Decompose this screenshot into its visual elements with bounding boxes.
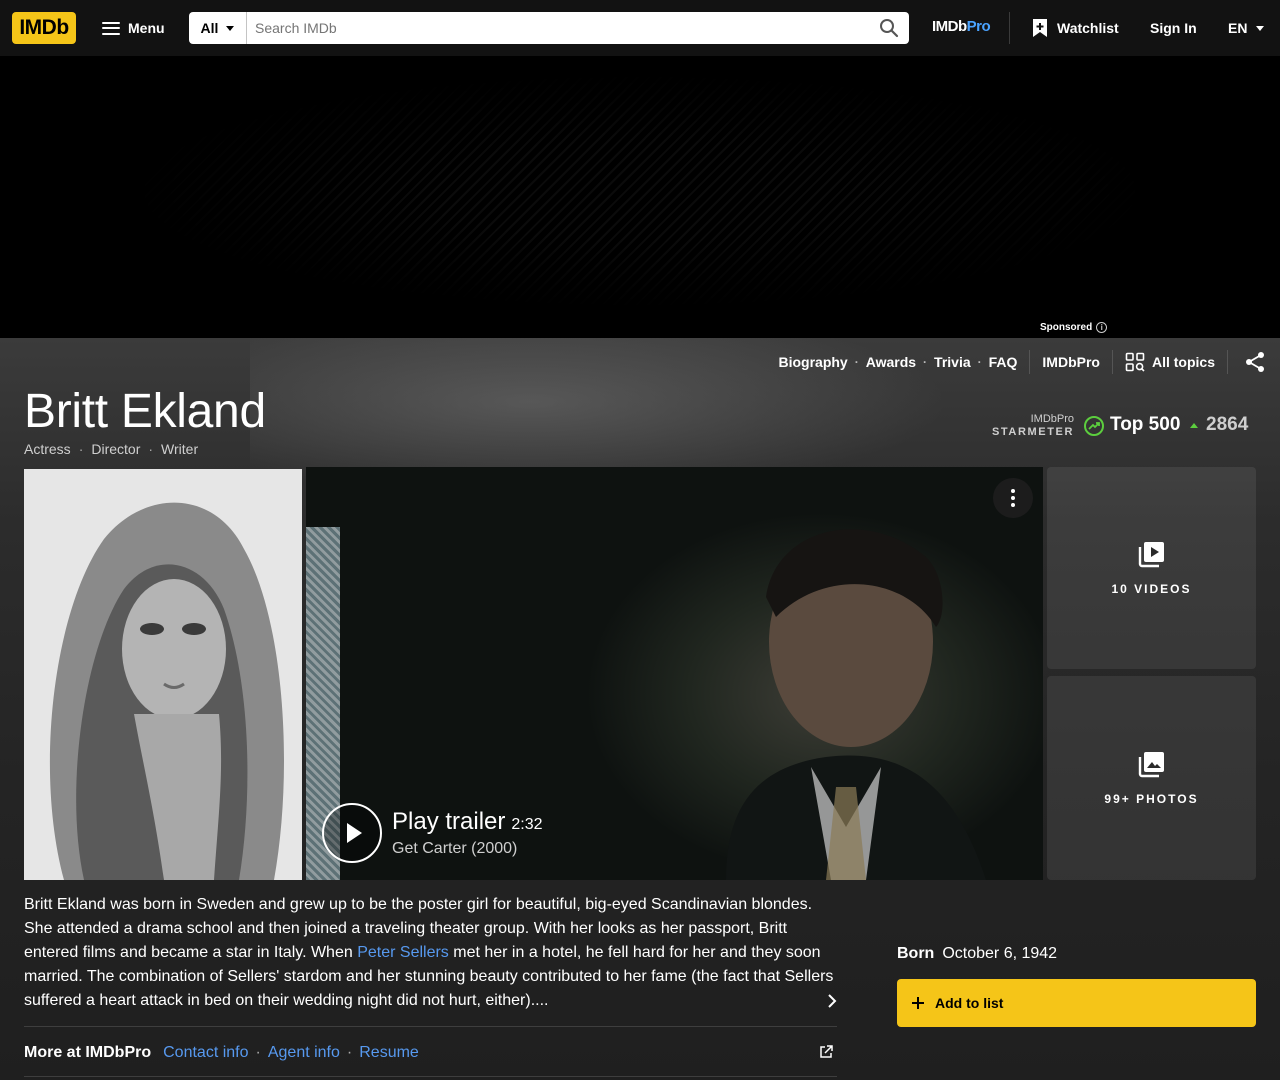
subnav-divider [1029,350,1031,374]
hamburger-icon [102,21,120,35]
sponsored-label[interactable]: Sponsored i [1040,322,1108,333]
photos-tile[interactable]: 99+ PHOTOS [1047,676,1256,880]
info-icon: i [1096,322,1108,333]
separator-dot: · [923,355,928,369]
language-dropdown[interactable]: EN [1228,12,1265,44]
all-topics-button[interactable]: All topics [1125,352,1215,372]
starmeter-rank: Top 500 [1110,414,1181,435]
add-to-list-label: Add to list [935,995,1004,1011]
more-options-icon[interactable] [993,478,1033,518]
separator-dot: · [854,355,859,369]
language-label: EN [1228,20,1248,36]
trailer-player[interactable]: Play trailer 2:32 Get Carter (2000) [306,467,1043,880]
share-icon[interactable] [1240,348,1270,376]
videos-tile[interactable]: 10 VIDEOS [1047,467,1256,669]
imdbpro-link[interactable]: IMDbPro [932,18,991,35]
trailer-caption: Play trailer 2:32 Get Carter (2000) [392,808,543,858]
contact-info-link[interactable]: Contact info [163,1044,248,1062]
trending-up-icon [1084,416,1104,436]
menu-button[interactable]: Menu [92,12,175,44]
subnav-trivia[interactable]: Trivia [934,354,971,370]
person-roles: Actress · Director · Writer [24,441,198,457]
search-icon[interactable] [869,12,909,44]
search-category-dropdown[interactable]: All [189,12,247,44]
role-item: Director [91,441,141,457]
subnav-imdbpro[interactable]: IMDbPro [1042,354,1100,370]
starmeter-label-top: IMDbPro [1030,413,1074,425]
caret-down-icon [226,25,235,31]
section-divider [24,1026,837,1027]
search-category-label: All [200,20,219,36]
subnav-faq[interactable]: FAQ [989,354,1018,370]
ad-pattern [140,76,1140,306]
bio-summary[interactable]: Britt Ekland was born in Sweden and grew… [24,893,839,1013]
born-date[interactable]: October 6, 1942 [942,945,1057,963]
born-info: Born October 6, 1942 [897,945,1057,963]
subnav-divider [1227,350,1228,374]
more-at-imdbpro: More at IMDbPro Contact info · Agent inf… [24,1041,837,1065]
separator-dot: · [346,1044,353,1061]
starmeter-label: IMDbPro STARMETER [986,414,1074,438]
play-trailer-button[interactable]: Play trailer 2:32 Get Carter (2000) [322,803,543,863]
more-at-imdbpro-label: More at IMDbPro [24,1044,152,1061]
search-bar: All [189,12,909,44]
resume-link[interactable]: Resume [359,1044,419,1062]
born-label: Born [897,945,935,962]
add-to-list-button[interactable]: Add to list [897,979,1256,1027]
subnav-biography[interactable]: Biography [778,354,847,370]
external-link-icon[interactable] [819,1045,833,1059]
separator-dot: · [78,441,84,457]
bookmark-plus-icon [1033,19,1047,37]
bio-link-peter-sellers[interactable]: Peter Sellers [357,944,449,961]
menu-label: Menu [128,20,165,36]
play-icon [322,803,382,863]
person-photo[interactable] [24,469,302,880]
rank-up-arrow-icon [1190,423,1198,428]
person-hero: Biography · Awards · Trivia · FAQ IMDbPr… [0,338,1280,1080]
separator-dot: · [148,441,154,457]
starmeter[interactable]: IMDbPro STARMETER Top 500 2864 [986,414,1256,444]
all-topics-label: All topics [1151,354,1215,370]
imdbpro-logo-b: Pro [966,18,991,35]
search-input[interactable] [247,12,869,44]
watchlist-label: Watchlist [1057,20,1119,36]
separator-dot: · [255,1044,261,1061]
role-item: Actress [24,441,71,457]
photo-library-icon [1138,752,1164,778]
imdbpro-logo-a: IMDb [932,18,967,35]
starmeter-label-bottom: STARMETER [991,426,1074,438]
person-name: Britt Ekland [24,385,266,438]
imdb-logo[interactable]: IMDb [12,12,76,44]
chevron-right-icon[interactable] [826,994,838,1008]
play-trailer-label: Play trailer [392,808,506,835]
trailer-subtitle: Get Carter (2000) [392,840,518,857]
topic-subnav: Biography · Awards · Trivia · FAQ IMDbPr… [778,348,1280,376]
sponsored-text: Sponsored [1040,322,1093,333]
subnav-divider [1111,350,1113,374]
trailer-duration: 2:32 [511,816,543,833]
separator-dot: · [977,355,982,369]
role-item: Writer [161,441,199,457]
photos-count: 99+ PHOTOS [1104,792,1199,806]
subnav-awards[interactable]: Awards [866,354,916,370]
ad-banner[interactable]: Sponsored i [0,56,1280,338]
plus-icon [912,997,924,1009]
video-library-icon [1138,542,1164,568]
sign-in-button[interactable]: Sign In [1150,12,1197,44]
starmeter-delta: 2864 [1206,414,1249,435]
videos-count: 10 VIDEOS [1111,582,1192,596]
agent-info-link[interactable]: Agent info [268,1044,340,1062]
grid-search-icon [1125,352,1145,372]
section-divider [24,1076,837,1077]
top-navbar: IMDb Menu All IMDbPro Watchlist Sign In … [0,0,1280,56]
nav-divider [1009,12,1010,44]
caret-down-icon [1256,25,1265,31]
watchlist-button[interactable]: Watchlist [1032,12,1119,44]
